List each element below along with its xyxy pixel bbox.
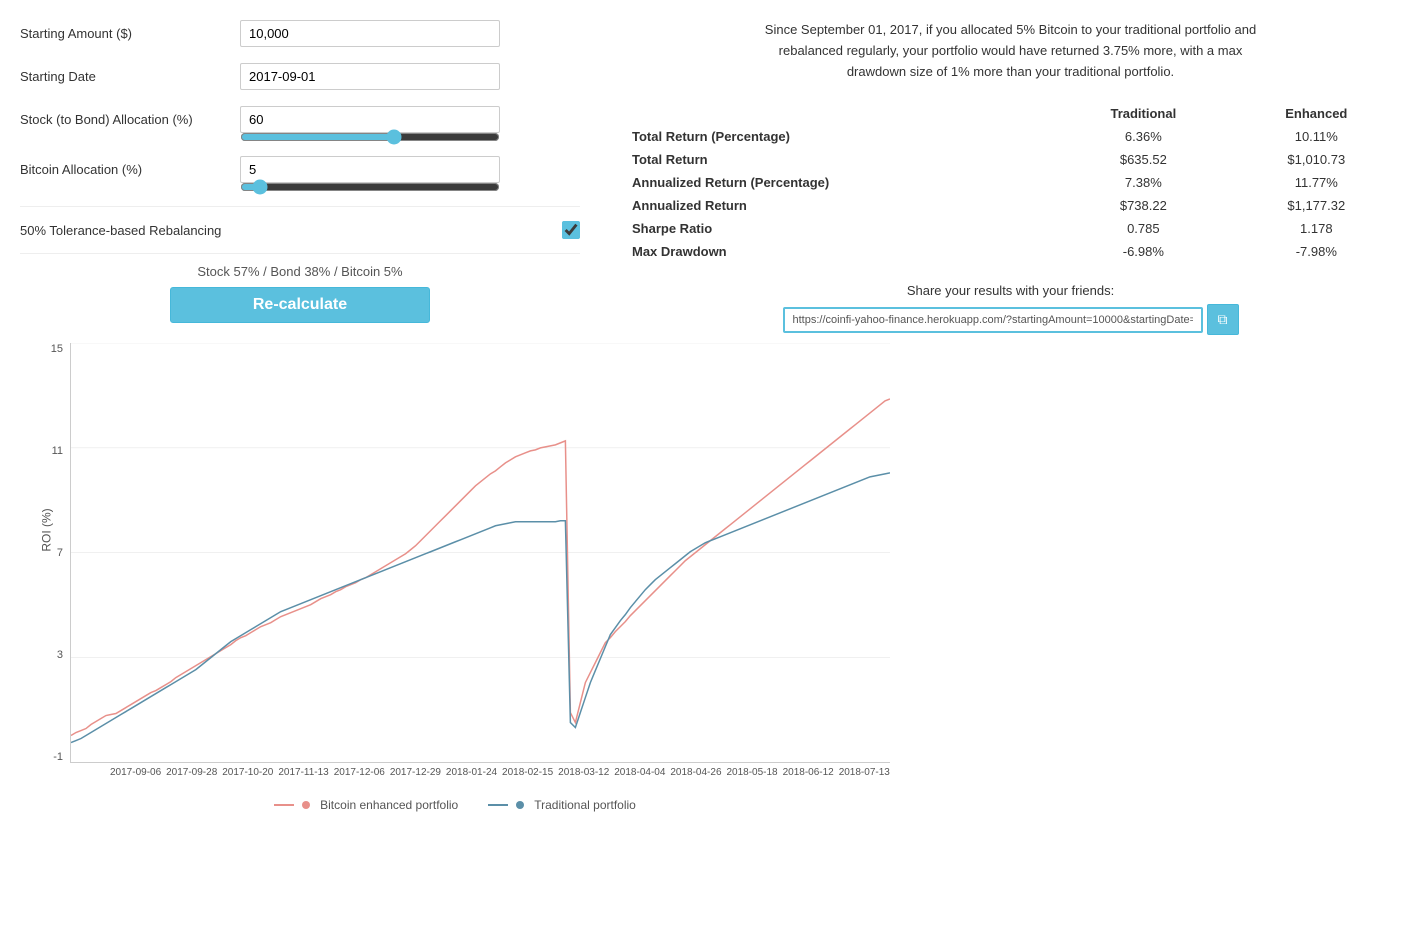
- share-section: Share your results with your friends: ⧉: [620, 283, 1401, 335]
- bitcoin-slider[interactable]: [240, 179, 500, 195]
- row-label: Total Return: [620, 148, 1055, 171]
- rebalancing-row: 50% Tolerance-based Rebalancing: [20, 206, 580, 254]
- chart-wrapper: ROI (%) 15 11 7 3 -1: [20, 343, 890, 812]
- col-traditional: Traditional: [1055, 102, 1232, 125]
- row-label: Total Return (Percentage): [620, 125, 1055, 148]
- row-enhanced: $1,177.32: [1232, 194, 1401, 217]
- table-row: Total Return $635.52 $1,010.73: [620, 148, 1401, 171]
- left-panel: Starting Amount ($) Starting Date Stock …: [20, 20, 580, 812]
- legend-bitcoin: Bitcoin enhanced portfolio: [274, 798, 458, 812]
- row-label: Annualized Return: [620, 194, 1055, 217]
- chart-outer: ROI (%) 15 11 7 3 -1: [70, 343, 890, 778]
- stock-bond-row: Stock (to Bond) Allocation (%): [20, 106, 580, 148]
- chart-area: [70, 343, 890, 763]
- row-traditional: $635.52: [1055, 148, 1232, 171]
- row-label: Annualized Return (Percentage): [620, 171, 1055, 194]
- results-table: Traditional Enhanced Total Return (Perce…: [620, 102, 1401, 263]
- starting-amount-label: Starting Amount ($): [20, 26, 240, 41]
- chart-legend: Bitcoin enhanced portfolio Traditional p…: [20, 798, 890, 812]
- starting-date-label: Starting Date: [20, 69, 240, 84]
- row-label: Max Drawdown: [620, 240, 1055, 263]
- starting-date-input[interactable]: [240, 63, 500, 90]
- share-url-row: ⧉: [620, 304, 1401, 335]
- starting-date-row: Starting Date: [20, 63, 580, 90]
- table-row: Max Drawdown -6.98% -7.98%: [620, 240, 1401, 263]
- starting-amount-input[interactable]: [240, 20, 500, 47]
- rebalancing-checkbox[interactable]: [562, 221, 580, 239]
- row-enhanced: 10.11%: [1232, 125, 1401, 148]
- table-row: Annualized Return $738.22 $1,177.32: [620, 194, 1401, 217]
- recalculate-button[interactable]: Re-calculate: [170, 287, 430, 323]
- allocation-text: Stock 57% / Bond 38% / Bitcoin 5%: [20, 264, 580, 279]
- starting-amount-row: Starting Amount ($): [20, 20, 580, 47]
- row-traditional: -6.98%: [1055, 240, 1232, 263]
- row-traditional: 6.36%: [1055, 125, 1232, 148]
- x-axis-labels: 2017-09-06 2017-09-28 2017-10-20 2017-11…: [70, 767, 890, 778]
- legend-traditional-label: Traditional portfolio: [534, 798, 636, 812]
- row-enhanced: -7.98%: [1232, 240, 1401, 263]
- legend-traditional: Traditional portfolio: [488, 798, 636, 812]
- bitcoin-allocation-row: Bitcoin Allocation (%): [20, 156, 580, 198]
- row-enhanced: $1,010.73: [1232, 148, 1401, 171]
- row-traditional: 7.38%: [1055, 171, 1232, 194]
- table-row: Total Return (Percentage) 6.36% 10.11%: [620, 125, 1401, 148]
- rebalancing-label: 50% Tolerance-based Rebalancing: [20, 223, 562, 238]
- row-enhanced: 1.178: [1232, 217, 1401, 240]
- table-row: Sharpe Ratio 0.785 1.178: [620, 217, 1401, 240]
- share-label: Share your results with your friends:: [620, 283, 1401, 298]
- stock-bond-slider[interactable]: [240, 129, 500, 145]
- share-url-input[interactable]: [783, 307, 1203, 333]
- legend-bitcoin-label: Bitcoin enhanced portfolio: [320, 798, 458, 812]
- table-row: Annualized Return (Percentage) 7.38% 11.…: [620, 171, 1401, 194]
- y-axis-labels: 15 11 7 3 -1: [35, 343, 63, 763]
- row-traditional: 0.785: [1055, 217, 1232, 240]
- copy-button[interactable]: ⧉: [1207, 304, 1239, 335]
- bitcoin-label: Bitcoin Allocation (%): [20, 162, 240, 177]
- row-traditional: $738.22: [1055, 194, 1232, 217]
- chart-svg: [71, 343, 890, 762]
- row-enhanced: 11.77%: [1232, 171, 1401, 194]
- stock-bond-label: Stock (to Bond) Allocation (%): [20, 112, 240, 127]
- summary-text: Since September 01, 2017, if you allocat…: [751, 20, 1271, 82]
- row-label: Sharpe Ratio: [620, 217, 1055, 240]
- col-enhanced: Enhanced: [1232, 102, 1401, 125]
